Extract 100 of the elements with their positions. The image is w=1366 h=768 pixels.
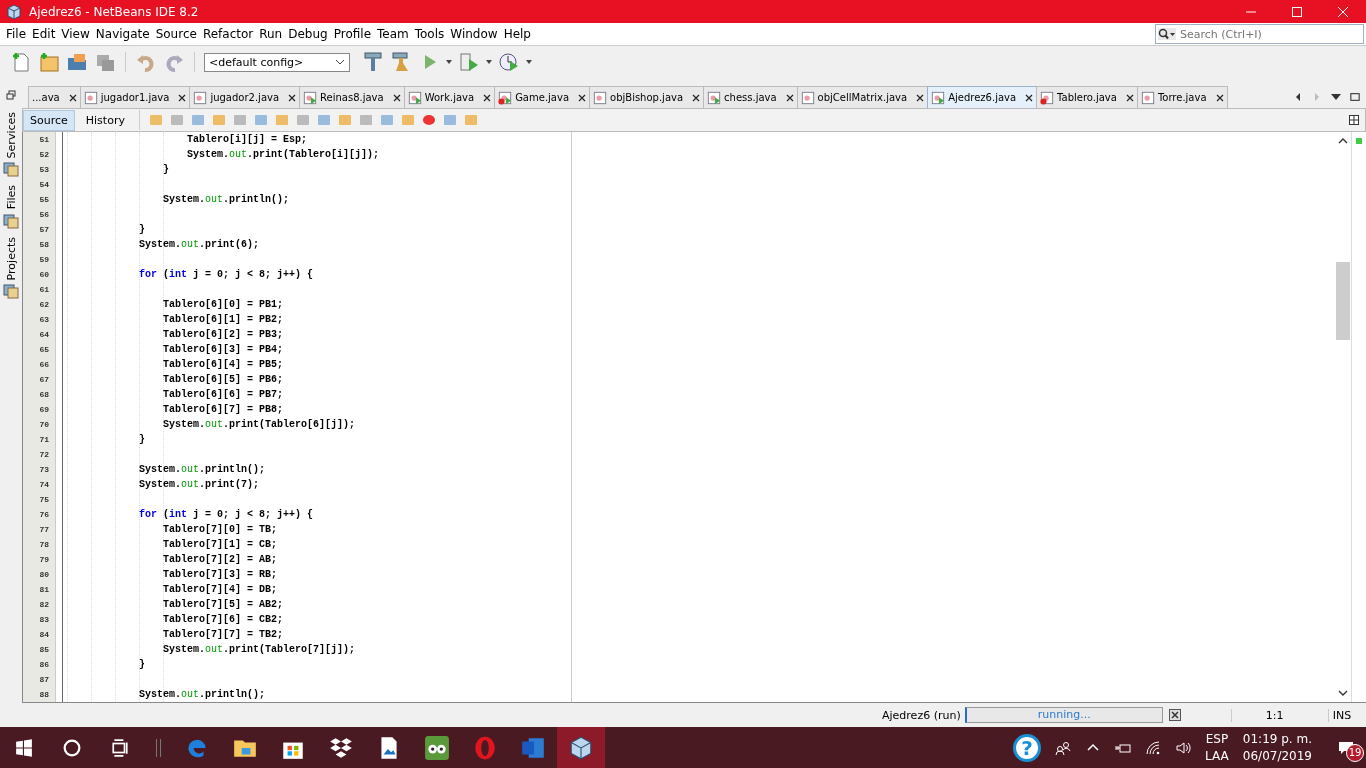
code-line: Tablero[7][5] = AB2; [162,599,284,610]
code-line: } [138,224,145,235]
java-file-icon [931,90,946,105]
scroll-up-icon[interactable] [1338,138,1348,144]
menu-item[interactable]: Help [500,27,534,41]
code-line: Tablero[6][0] = PB1; [162,299,284,310]
chevron-down-icon[interactable] [335,59,345,65]
caret-icon[interactable] [446,60,452,64]
file-tab[interactable]: chess.java [703,86,798,108]
java-file-icon [707,90,722,105]
search-box[interactable]: Search (Ctrl+I) [1155,24,1364,44]
opera-icon[interactable] [472,734,498,761]
language-label[interactable]: ESP [1205,730,1229,748]
panel-icon[interactable] [3,212,19,229]
file-tab[interactable]: objBishop.java [589,86,705,108]
config-dropdown[interactable]: <default config> [204,52,350,72]
menu-item[interactable]: Run [256,27,286,41]
menu-item[interactable]: View [58,27,93,41]
file-tab[interactable]: Ajedrez6.java [927,86,1038,108]
scroll-down-icon[interactable] [1338,690,1348,696]
restore-icon[interactable] [6,90,16,100]
people-icon[interactable] [1055,739,1072,756]
menu-item[interactable]: Debug [285,27,331,41]
line-number: 78 [38,539,50,551]
file-tab[interactable]: jugador2.java [189,86,301,108]
close-icon[interactable] [178,93,187,102]
code-line: Tablero[6][7] = PB8; [162,404,284,415]
help-button[interactable]: ? [1013,733,1042,762]
wifi-icon[interactable] [1145,739,1162,756]
side-panel-tab[interactable]: Services [4,112,18,159]
windows-icon[interactable] [15,738,33,757]
dropdown-icon[interactable] [1331,92,1341,102]
caret-icon[interactable] [526,60,532,64]
file-tab[interactable]: objCellMatrix.java [796,86,929,108]
debug-icon[interactable] [458,51,480,73]
menu-item[interactable]: Team [374,27,412,41]
side-panel-tab[interactable]: Projects [4,236,18,280]
split-icon[interactable] [1349,115,1359,125]
speaker-icon[interactable] [1175,739,1192,756]
menu-item[interactable]: Navigate [92,27,153,41]
file-tab[interactable]: Reinas8.java [299,86,405,108]
line-number: 64 [38,329,50,341]
file-tab[interactable]: Work.java [403,86,496,108]
keyboard-layout-label[interactable]: LAA [1205,747,1229,765]
code-line: } [138,659,145,670]
close-icon[interactable] [692,93,701,102]
line-number: 60 [38,269,50,281]
close-icon[interactable] [68,93,77,102]
file-tab[interactable]: ...ava [28,86,81,108]
menu-item[interactable]: Source [152,27,200,41]
menu-item[interactable]: Refactor [199,27,257,41]
close-icon[interactable] [483,93,492,102]
file-tab[interactable]: jugador1.java [79,86,191,108]
file-tab[interactable]: Torre.java [1136,86,1228,108]
owl-icon[interactable] [424,734,450,761]
new-project-icon[interactable] [38,51,60,73]
java-file-icon [83,90,98,105]
menu-item[interactable]: Edit [29,27,59,41]
close-icon[interactable] [392,93,401,102]
code-line: Tablero[6][1] = PB2; [162,314,284,325]
close-icon[interactable] [578,93,587,102]
clock-date[interactable]: 06/07/2019 [1242,747,1312,765]
code-line: Tablero[i][j] = Esp; [186,134,308,145]
clock-time[interactable]: 01:19 p. m. [1242,730,1312,748]
close-icon[interactable] [916,93,925,102]
circle-icon[interactable] [63,738,81,757]
caret-icon[interactable] [486,60,492,64]
task-view-icon[interactable] [111,738,129,757]
panel-icon[interactable] [3,161,19,178]
cube-icon[interactable] [568,734,594,761]
editor-view-tab[interactable]: History [79,110,131,130]
close-icon[interactable] [1025,93,1034,102]
menu-item[interactable]: File [3,27,30,41]
editor-view-tab[interactable]: Source [23,109,75,131]
scrollbar-thumb[interactable] [1336,262,1350,340]
close-icon[interactable] [785,93,794,102]
hammer-icon[interactable] [362,51,384,73]
code-line: Tablero[7][1] = CB; [162,539,278,550]
file-tab[interactable]: Tablero.java [1036,86,1138,108]
new-file-icon[interactable] [10,51,32,73]
close-icon[interactable] [1215,93,1224,102]
java-file-icon [193,90,208,105]
file-tab[interactable]: Game.java [494,86,591,108]
cancel-icon[interactable] [1168,709,1181,721]
line-number: 84 [38,629,50,641]
code-line: Tablero[7][0] = TB; [162,524,278,535]
maximize-icon[interactable] [1350,92,1360,102]
panel-icon[interactable] [3,282,19,299]
menu-item[interactable]: Tools [411,27,448,41]
editor-tool-icon[interactable] [420,112,437,128]
line-number: 70 [38,419,50,431]
clock-icon[interactable] [498,51,520,73]
menu-item[interactable]: Window [447,27,501,41]
line-number: 86 [38,659,50,671]
java-file-icon [1040,90,1055,105]
code-line: Tablero[7][2] = AB; [162,554,278,565]
menu-item[interactable]: Profile [330,27,374,41]
side-panel-tab[interactable]: Files [4,185,18,210]
close-icon[interactable] [1125,93,1134,102]
close-icon[interactable] [288,93,297,102]
